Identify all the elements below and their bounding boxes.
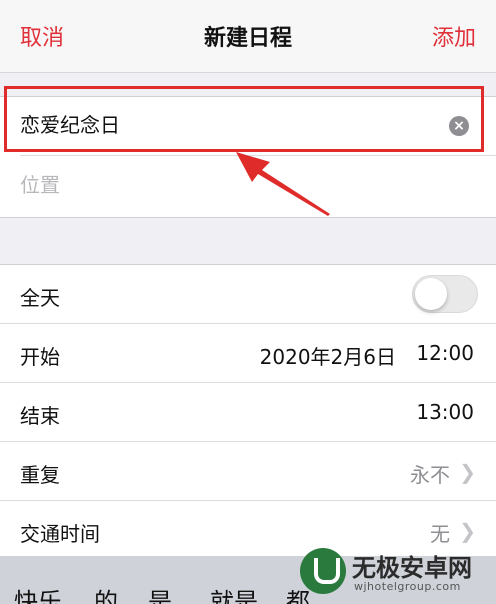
watermark: 无极安卓网 wjhotelgroup.com bbox=[300, 546, 488, 596]
end-time[interactable]: 13:00 bbox=[416, 400, 474, 424]
chevron-right-icon: ❯ bbox=[459, 519, 476, 543]
start-time[interactable]: 12:00 bbox=[416, 341, 474, 365]
repeat-label: 重复 bbox=[20, 463, 60, 487]
repeat-row[interactable]: 重复 永不 ❯ bbox=[0, 442, 496, 501]
watermark-name: 无极安卓网 bbox=[352, 554, 472, 582]
start-label: 开始 bbox=[20, 345, 60, 369]
repeat-value: 永不 bbox=[410, 463, 450, 487]
all-day-label: 全天 bbox=[20, 286, 60, 310]
all-day-row: 全天 bbox=[0, 265, 496, 324]
start-date[interactable]: 2020年2月6日 bbox=[260, 341, 396, 370]
travel-time-label: 交通时间 bbox=[20, 522, 100, 546]
all-day-toggle[interactable] bbox=[412, 275, 478, 313]
toggle-knob bbox=[415, 278, 447, 310]
watermark-logo-icon bbox=[300, 548, 346, 594]
start-row[interactable]: 开始 2020年2月6日 12:00 bbox=[0, 324, 496, 383]
end-label: 结束 bbox=[20, 404, 60, 428]
suggestion-word[interactable]: 的 bbox=[94, 582, 118, 604]
chevron-right-icon: ❯ bbox=[459, 460, 476, 484]
watermark-url: wjhotelgroup.com bbox=[354, 580, 461, 593]
suggestion-word[interactable]: 是 bbox=[148, 582, 172, 604]
event-details-group: 全天 开始 2020年2月6日 12:00 结束 13:00 重复 永不 ❯ 交… bbox=[0, 264, 496, 558]
travel-time-value: 无 bbox=[430, 522, 450, 546]
suggestion-word[interactable]: 快乐 bbox=[14, 582, 62, 604]
end-row[interactable]: 结束 13:00 bbox=[0, 383, 496, 442]
suggestion-word[interactable]: 就是 bbox=[210, 582, 258, 604]
